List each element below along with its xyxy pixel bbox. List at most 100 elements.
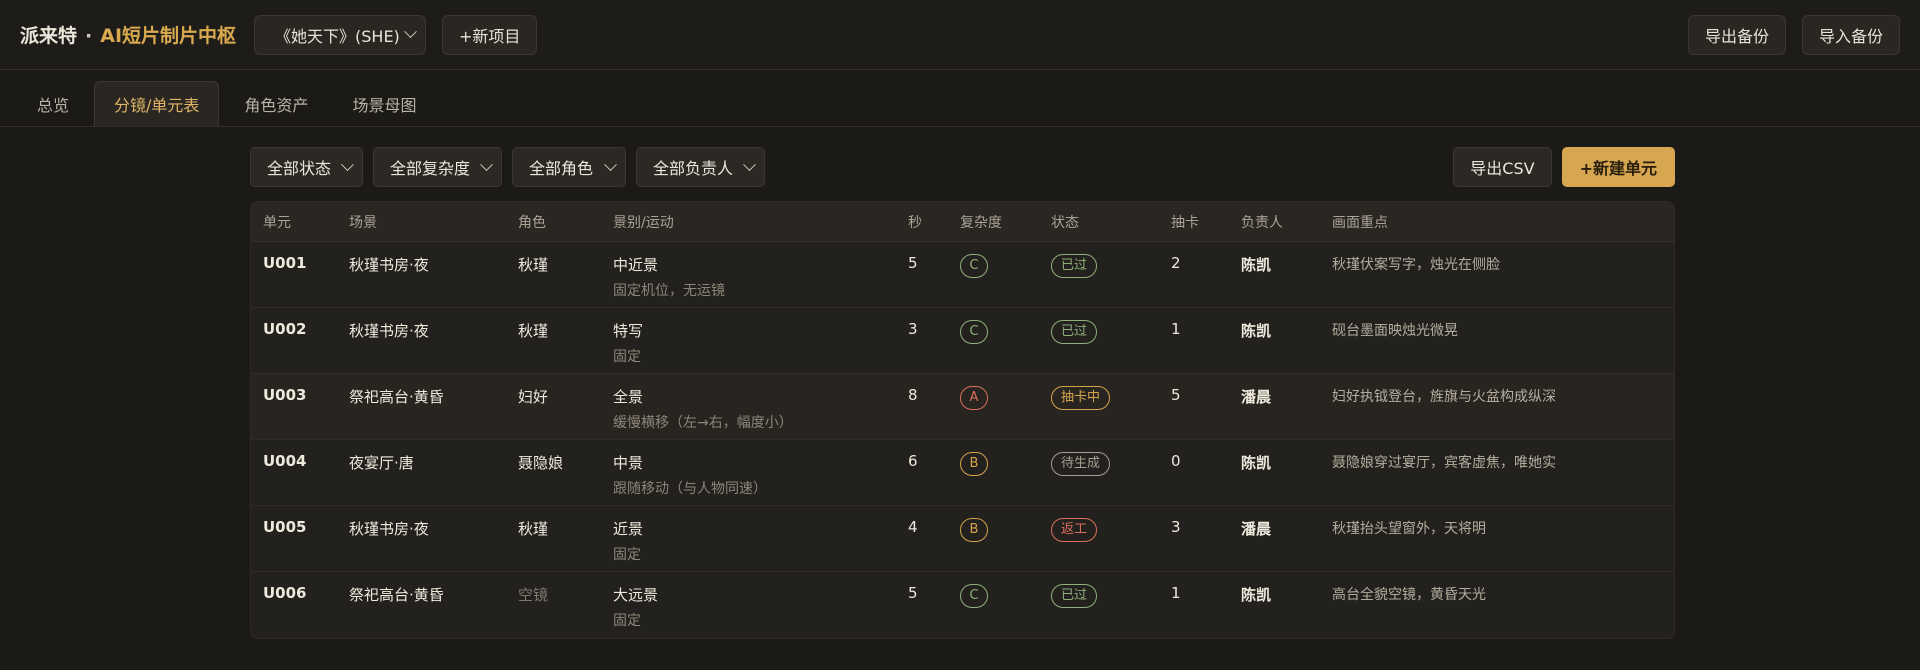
role-name: 妇好 [518,388,549,406]
brand-name: 派来特 [20,25,78,47]
table-row[interactable]: U006 祭祀高台·黄昏 空镜 大远景 固定 5 C 已过 1 陈凯 高台全貌空镜，黄昏天光 [251,572,1674,638]
complexity-filter[interactable]: 全部复杂度 [373,147,502,187]
camera-move: 缓慢横移（左→右，幅度小） [613,415,793,431]
scene-name: 秋瑾书房·夜 [349,520,429,538]
card-draw-count: 1 [1171,584,1181,602]
owner-name: 陈凯 [1241,322,1272,340]
owner-name: 潘晨 [1241,388,1272,406]
unit-id: U002 [263,320,307,338]
owner-filter[interactable]: 全部负责人 [636,147,765,187]
camera-move: 固定机位，无运镜 [613,283,725,299]
frame-focus-note: 秋瑾抬头望窗外，天将明 [1332,521,1486,537]
shot-size: 全景 [613,388,644,406]
column-header: 状态 [1051,214,1079,231]
scene-name: 夜宴厅·唐 [349,454,414,472]
unit-id: U005 [263,518,307,536]
scene-name: 秋瑾书房·夜 [349,256,429,274]
role-name: 秋瑾 [518,520,549,538]
new-unit-button[interactable]: +新建单元 [1561,147,1675,187]
column-header: 角色 [518,214,546,231]
scene-name: 祭祀高台·黄昏 [349,586,444,604]
card-draw-count: 1 [1171,320,1181,338]
tab-storyboard[interactable]: 分镜/单元表 [94,81,220,126]
status-badge: 已过 [1051,254,1098,278]
unit-id: U004 [263,452,307,470]
owner-name: 陈凯 [1241,256,1272,274]
table-row[interactable]: U004 夜宴厅·唐 聂隐娘 中景 跟随移动（与人物同速） 6 B 待生成 0 陈凯 聂隐娘穿过宴厅… [251,440,1674,506]
role-filter-label: 全部角色 [529,159,594,178]
complexity-badge: B [960,518,988,542]
role-name: 聂隐娘 [518,454,564,472]
camera-move: 固定 [613,613,641,629]
complexity-filter-label: 全部复杂度 [390,159,471,178]
card-draw-count: 2 [1171,254,1181,272]
role-name: 秋瑾 [518,322,549,340]
role-name: 空镜 [518,586,549,604]
export-csv-button[interactable]: 导出CSV [1453,147,1552,187]
complexity-badge: B [960,452,988,476]
table-header: 单元 场景 角色 景别/运动 秒 复杂度 状态 抽卡 负责人 画面重点 [251,202,1674,242]
role-filter[interactable]: 全部角色 [512,147,626,187]
duration-seconds: 6 [908,452,918,470]
chevron-down-icon [743,157,756,171]
column-header: 场景 [349,214,377,231]
chevron-down-icon [604,157,617,171]
table-body: U001 秋瑾书房·夜 秋瑾 中近景 固定机位，无运镜 5 C 已过 2 陈凯 秋瑾伏案写字，烛光在… [251,242,1674,638]
import-backup-button[interactable]: 导入备份 [1801,14,1900,55]
unit-id: U006 [263,584,307,602]
owner-filter-label: 全部负责人 [653,159,734,178]
project-select[interactable]: 《她天下》(SHE) [254,14,427,55]
tab-character-assets[interactable]: 角色资产 [225,81,327,126]
project-select-value: 《她天下》(SHE) [275,26,400,46]
shot-size: 大远景 [613,586,659,604]
main-content: 全部状态 全部复杂度 全部角色 全部负责人 导出CSV +新建单元 单元 场景 … [0,127,1920,639]
column-header: 景别/运动 [613,214,674,231]
table-row[interactable]: U003 祭祀高台·黄昏 妇好 全景 缓慢横移（左→右，幅度小） 8 A 抽卡中 5 潘晨 妇好执钺… [251,374,1674,440]
chevron-down-icon [404,25,417,39]
new-project-button[interactable]: +新项目 [442,14,538,55]
frame-focus-note: 聂隐娘穿过宴厅，宾客虚焦，唯她实 [1332,455,1556,471]
complexity-badge: C [960,320,988,344]
card-draw-count: 5 [1171,386,1181,404]
duration-seconds: 5 [908,254,918,272]
owner-name: 陈凯 [1241,454,1272,472]
shot-size: 中近景 [613,256,659,274]
complexity-badge: A [960,386,988,410]
complexity-badge: C [960,584,988,608]
chevron-down-icon [480,157,493,171]
status-badge: 待生成 [1051,452,1111,476]
tab-scene-masters[interactable]: 场景母图 [333,81,435,126]
shot-size: 中景 [613,454,644,472]
frame-focus-note: 砚台墨面映烛光微晃 [1332,323,1458,339]
brand-separator: · [85,25,93,47]
column-header: 单元 [263,214,291,231]
owner-name: 潘晨 [1241,520,1272,538]
status-badge: 已过 [1051,320,1098,344]
table-row[interactable]: U001 秋瑾书房·夜 秋瑾 中近景固定机位，无运镜 5 C 已过 2 陈凯 秋瑾伏案写字，烛光在… [251,242,1674,308]
frame-focus-note: 秋瑾伏案写字，烛光在侧脸 [1332,257,1500,273]
export-backup-button[interactable]: 导出备份 [1687,14,1786,55]
app-brand: 派来特 · AI短片制片中枢 [20,21,236,48]
unit-id: U001 [263,254,307,272]
tab-bar: 总览 分镜/单元表 角色资产 场景母图 [0,70,1920,127]
tab-overview[interactable]: 总览 [18,81,88,126]
status-filter[interactable]: 全部状态 [250,147,363,187]
frame-focus-note: 高台全貌空镜，黄昏天光 [1332,587,1486,603]
column-header: 负责人 [1241,214,1283,231]
complexity-badge: C [960,254,988,278]
filter-bar: 全部状态 全部复杂度 全部角色 全部负责人 导出CSV +新建单元 [250,147,1675,187]
status-badge: 返工 [1051,518,1098,542]
top-bar: 派来特 · AI短片制片中枢 《她天下》(SHE) +新项目 导出备份 导入备份 [0,0,1920,70]
scene-name: 秋瑾书房·夜 [349,322,429,340]
table-row[interactable]: U005 秋瑾书房·夜 秋瑾 近景 固定 4 B 返工 3 潘晨 秋瑾抬头望窗外，天将明 [251,506,1674,572]
status-badge: 抽卡中 [1051,386,1111,410]
camera-move: 固定 [613,349,641,365]
column-header: 秒 [908,214,922,231]
column-header: 画面重点 [1332,214,1388,231]
role-name: 秋瑾 [518,256,549,274]
shot-size: 特写 [613,322,644,340]
unit-table: 单元 场景 角色 景别/运动 秒 复杂度 状态 抽卡 负责人 画面重点 U001… [250,201,1675,639]
shot-size: 近景 [613,520,644,538]
table-row[interactable]: U002 秋瑾书房·夜 秋瑾 特写 固定 3 C 已过 1 陈凯 砚台墨面映烛光微晃 [251,308,1674,374]
chevron-down-icon [341,157,354,171]
